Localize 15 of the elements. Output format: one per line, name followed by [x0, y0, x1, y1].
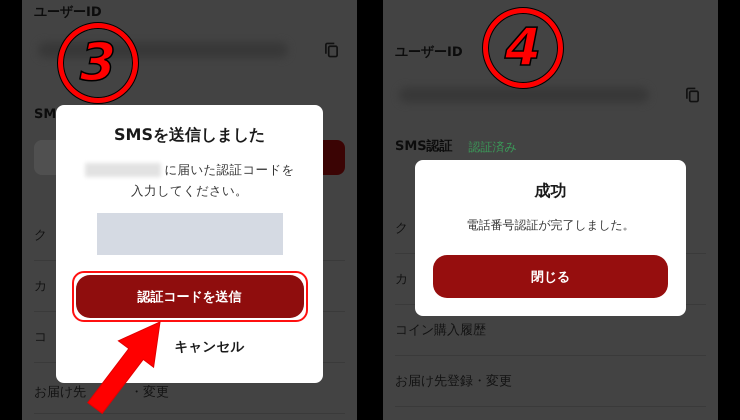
dialog-title: 成功: [534, 180, 566, 202]
dialog-message: 入力してください。: [131, 182, 248, 200]
copy-icon[interactable]: [685, 86, 700, 104]
dialog-message: 電話番号認証が完了しました。: [466, 217, 634, 234]
section-label: SM: [34, 106, 56, 124]
code-input-field[interactable]: [96, 213, 282, 255]
primary-button[interactable]: 認証コードを送信: [76, 275, 304, 318]
copy-icon[interactable]: [324, 41, 339, 59]
primary-button[interactable]: 閉じる: [433, 255, 668, 298]
dialog-message: に届いた認証コードを: [164, 161, 294, 179]
cancel-button[interactable]: キャンセル: [174, 336, 244, 358]
step-badge: 3: [58, 23, 138, 103]
dialog-title: SMSを送信しました: [114, 124, 265, 146]
step-badge: 4: [483, 8, 563, 88]
status-label: 認証済み: [468, 139, 517, 155]
